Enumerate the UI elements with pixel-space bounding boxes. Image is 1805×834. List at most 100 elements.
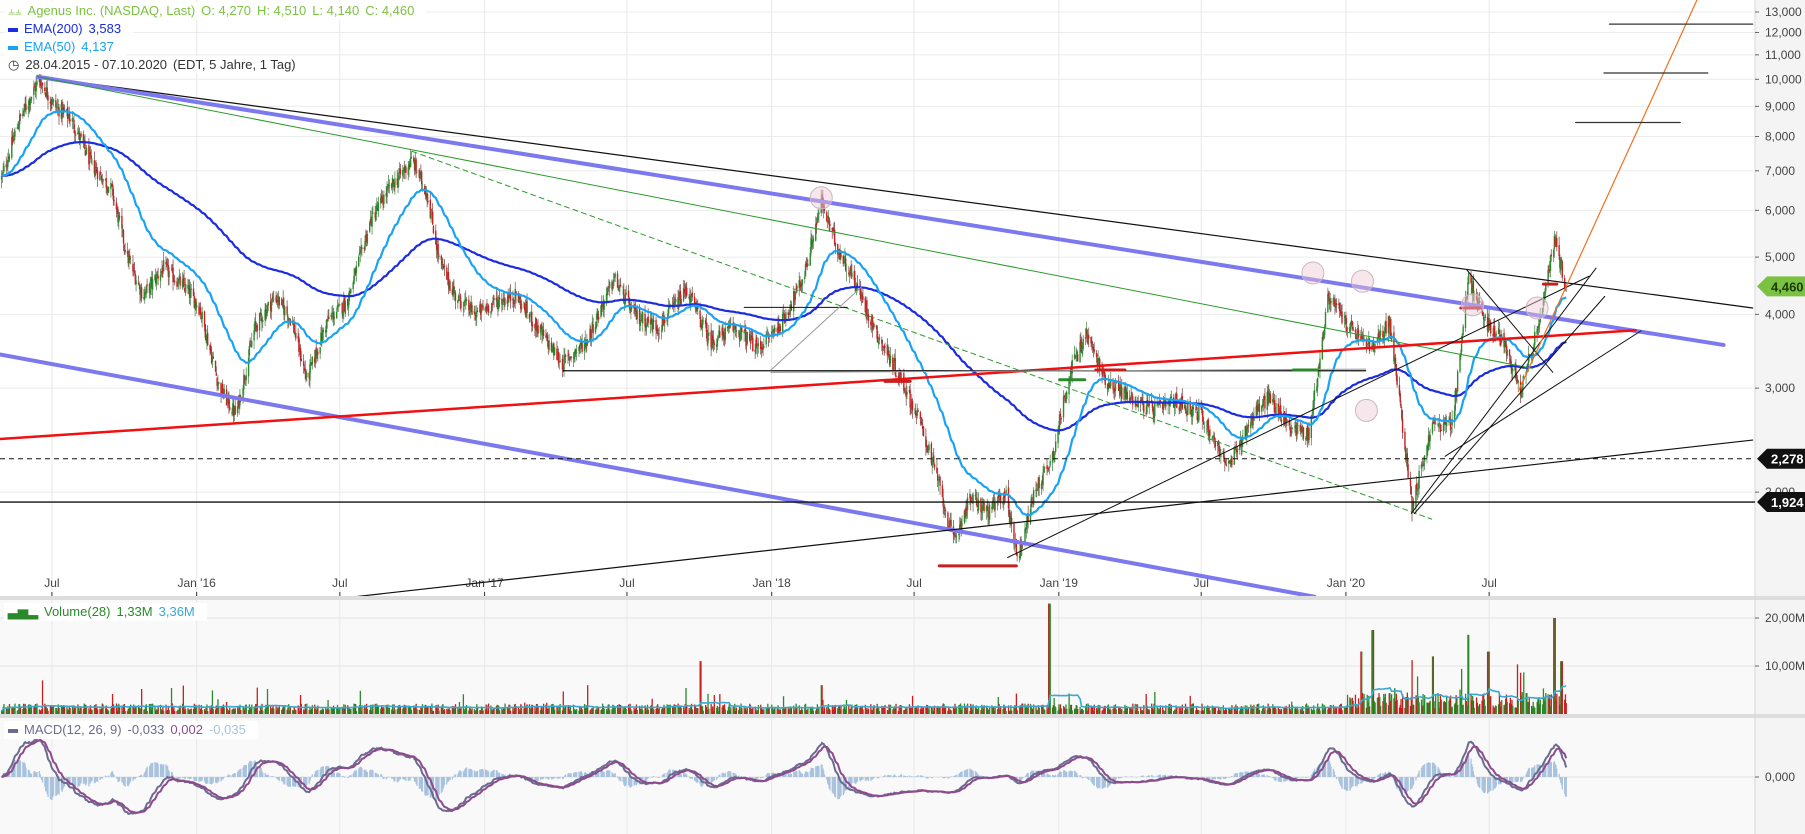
histogram-bar	[564, 774, 567, 777]
volume-bar	[80, 707, 82, 714]
histogram-bar	[229, 774, 231, 777]
volume-bar	[1512, 705, 1514, 714]
volume-bar	[801, 709, 804, 714]
histogram-bar	[347, 777, 350, 778]
volume-bar	[1473, 707, 1475, 714]
panel-separator	[0, 596, 1805, 600]
histogram-bar	[262, 772, 264, 777]
histogram-bar	[603, 771, 605, 777]
panel-separator	[0, 714, 1805, 718]
volume-bar	[1011, 710, 1013, 714]
volume-bar	[1181, 704, 1184, 714]
volume-bar	[278, 706, 280, 714]
volume-bar	[911, 695, 914, 714]
volume-bar	[438, 710, 440, 714]
volume-bar	[1214, 707, 1217, 714]
volume-bar	[449, 709, 451, 714]
volume-bar	[1390, 694, 1393, 714]
highlight-circle[interactable]	[1461, 293, 1485, 317]
volume-bar	[1126, 707, 1128, 714]
volume-bar	[977, 707, 980, 714]
volume-bar	[322, 709, 325, 714]
histogram-bar	[201, 777, 203, 781]
histogram-bar	[218, 777, 220, 782]
volume-bar	[168, 710, 170, 714]
volume-bar	[1192, 703, 1195, 714]
histogram-bar	[41, 777, 44, 783]
volume-bar	[262, 710, 264, 714]
volume-bar	[966, 703, 969, 714]
volume-bar	[581, 709, 583, 714]
volume-bar	[190, 708, 192, 714]
volume-bar	[1506, 701, 1508, 714]
histogram-bar	[399, 777, 402, 780]
y-tick-label: 8,000	[1765, 130, 1795, 144]
histogram-bar	[410, 777, 413, 778]
volume-bar	[647, 709, 649, 714]
volume-bar	[1297, 709, 1299, 714]
volume-bar	[609, 709, 611, 714]
histogram-bar	[146, 766, 148, 777]
highlight-circle[interactable]	[1525, 296, 1549, 320]
volume-bar	[779, 709, 782, 714]
highlight-circle[interactable]	[1301, 261, 1325, 285]
volume-bar	[1110, 709, 1112, 714]
volume-bar	[542, 703, 545, 714]
volume-bar	[47, 710, 49, 714]
y-tick-label: 13,000	[1765, 5, 1802, 19]
histogram-bar	[163, 764, 165, 777]
histogram-bar	[449, 777, 451, 780]
volume-bar	[620, 705, 622, 714]
histogram-bar	[482, 769, 484, 777]
volume-bar	[1005, 711, 1007, 714]
volume-bar	[1291, 705, 1294, 714]
volume-bar	[245, 704, 247, 714]
histogram-bar	[361, 767, 363, 777]
volume-bar	[1357, 698, 1360, 714]
x-tick-label: Jul	[44, 576, 59, 590]
volume-bar	[763, 709, 765, 714]
volume-bar	[680, 707, 682, 714]
y-tick-label: 12,000	[1765, 26, 1802, 40]
volume-bar	[182, 685, 184, 714]
histogram-bar	[135, 777, 137, 778]
volume-bar	[1022, 703, 1024, 714]
volume-bar	[421, 704, 424, 714]
volume-bar	[273, 708, 275, 714]
histogram-bar	[405, 777, 407, 782]
volume-bar	[1044, 709, 1046, 714]
volume-bar	[1341, 710, 1343, 714]
volume-bar	[719, 694, 721, 714]
volume-bar	[972, 704, 974, 714]
volume-bar	[339, 708, 341, 714]
highlight-circle[interactable]	[809, 186, 833, 210]
volume-bar	[818, 708, 820, 714]
histogram-bar	[80, 777, 82, 784]
volume-bar	[1132, 703, 1134, 714]
volume-bar	[526, 704, 528, 714]
stock-chart[interactable]: 13,000 12,000 11,000 10,000 9,000 8,000 7,000 6…	[0, 0, 1805, 834]
volume-bar	[91, 709, 93, 714]
volume-bar	[102, 704, 104, 714]
volume-bar	[1269, 708, 1272, 714]
volume-bar	[1363, 693, 1365, 714]
volume-bar	[1154, 691, 1156, 714]
histogram-bar	[350, 774, 352, 777]
volume-bar	[691, 709, 693, 714]
volume-bar	[251, 704, 253, 714]
price-marker-label: 2,278	[1771, 452, 1804, 467]
highlight-circle[interactable]	[1350, 269, 1374, 293]
histogram-bar	[96, 777, 99, 782]
volume-bar	[1379, 705, 1382, 714]
histogram-bar	[366, 771, 369, 777]
highlight-circle[interactable]	[1354, 398, 1378, 422]
volume-bar	[950, 710, 952, 714]
volume-bar	[416, 709, 418, 714]
volume-bar	[201, 710, 203, 714]
histogram-bar	[39, 773, 41, 777]
histogram-bar	[609, 770, 611, 777]
volume-bar	[752, 707, 754, 714]
volume-bar	[1121, 709, 1123, 714]
histogram-bar	[101, 777, 103, 779]
price-panel	[0, 0, 1755, 596]
